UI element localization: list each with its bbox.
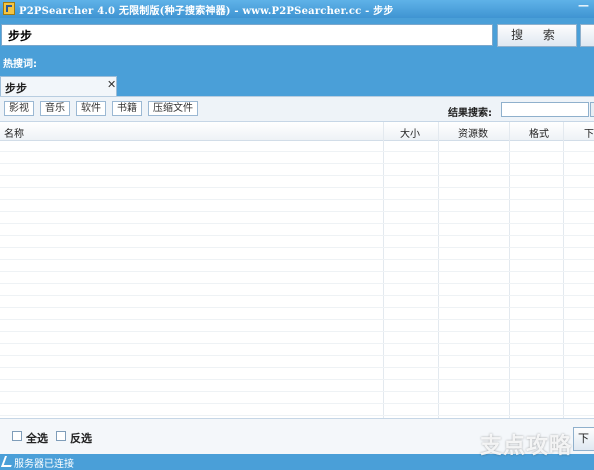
- column-size[interactable]: 大小: [400, 125, 420, 140]
- result-search-label: 结果搜索:: [448, 108, 492, 119]
- download-button[interactable]: 下: [573, 427, 594, 451]
- column-sources[interactable]: 资源数: [458, 125, 488, 140]
- filter-books-button[interactable]: 书籍: [112, 101, 142, 116]
- results-table[interactable]: 名称 大小 资源数 格式 下: [0, 121, 594, 419]
- results-panel: 影视 音乐 软件 书籍 压缩文件 结果搜索: 名称 大小 资源数 格式 下 全选…: [0, 96, 594, 456]
- filter-archives-button[interactable]: 压缩文件: [148, 101, 198, 116]
- watermark-logo: 支点攻略: [480, 434, 573, 459]
- title-bar: P2PSearcher 4.0 无限制版(种子搜索神器) - www.P2PSe…: [0, 0, 594, 18]
- tab-label: 步步: [5, 82, 27, 95]
- table-header: 名称 大小 资源数 格式 下: [0, 122, 594, 141]
- column-download[interactable]: 下: [584, 125, 594, 140]
- search-input[interactable]: [1, 24, 493, 46]
- invert-selection-checkbox[interactable]: [56, 431, 66, 441]
- column-format[interactable]: 格式: [529, 125, 549, 140]
- filter-video-button[interactable]: 影视: [4, 101, 34, 116]
- select-all-label[interactable]: 全选: [26, 430, 48, 446]
- result-search-input[interactable]: [501, 102, 589, 117]
- filter-bar: 影视 音乐 软件 书籍 压缩文件 结果搜索:: [0, 97, 594, 121]
- invert-selection-label[interactable]: 反选: [70, 430, 92, 446]
- hotwords-label: 热搜词:: [3, 59, 37, 70]
- result-search-button[interactable]: [590, 102, 594, 117]
- table-body[interactable]: [0, 140, 594, 419]
- tab-result[interactable]: 步步 ✕: [0, 76, 117, 96]
- tab-strip: 步步 ✕: [0, 76, 594, 96]
- filter-software-button[interactable]: 软件: [76, 101, 106, 116]
- search-button[interactable]: 搜 索: [497, 24, 577, 47]
- window-title: P2PSearcher 4.0 无限制版(种子搜索神器) - www.P2PSe…: [19, 6, 394, 17]
- minimize-icon[interactable]: —: [578, 0, 594, 13]
- status-connected-icon: [0, 456, 16, 467]
- close-tab-icon[interactable]: ✕: [107, 78, 116, 91]
- app-icon: [3, 2, 15, 15]
- search-extra-button[interactable]: [580, 24, 594, 47]
- column-name[interactable]: 名称: [4, 125, 24, 140]
- filter-music-button[interactable]: 音乐: [40, 101, 70, 116]
- select-all-checkbox[interactable]: [12, 431, 22, 441]
